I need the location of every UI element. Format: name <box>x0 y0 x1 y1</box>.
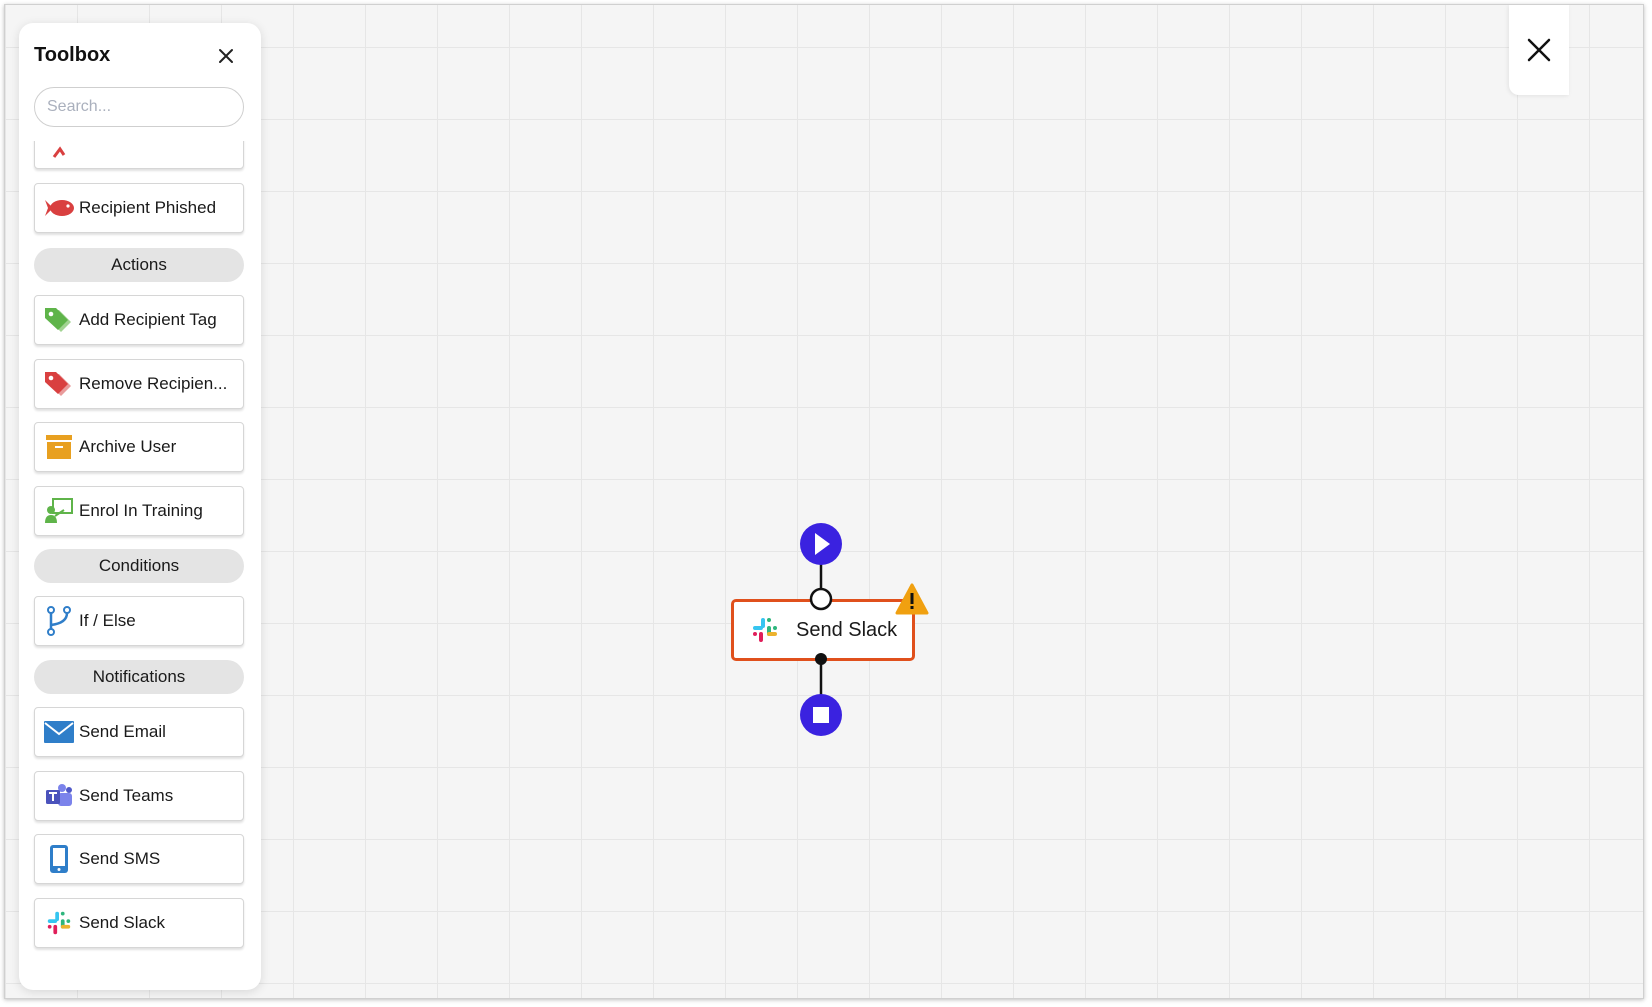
item-label: Send SMS <box>79 849 161 868</box>
tag-icon <box>43 305 75 335</box>
item-label: Add Recipient Tag <box>79 310 217 329</box>
toolbox-item-send-teams[interactable]: Send Teams <box>34 771 244 821</box>
archive-icon <box>43 432 75 462</box>
item-label: Archive User <box>79 437 177 456</box>
item-label: Remove Recipien... <box>79 374 228 393</box>
section-notifications: Notifications <box>34 660 244 694</box>
branch-icon <box>43 606 75 636</box>
slack-icon <box>43 908 75 938</box>
item-label: Send Teams <box>79 786 174 805</box>
end-node[interactable] <box>800 694 842 736</box>
send-slack-node[interactable]: Send Slack <box>731 599 915 661</box>
slack-icon <box>750 615 780 645</box>
close-icon <box>219 49 233 63</box>
toolbox-close-button[interactable] <box>215 45 237 67</box>
item-label: If / Else <box>79 611 136 630</box>
toolbox-item-recipient-phished[interactable]: Recipient Phished <box>34 183 244 233</box>
toolbox-item-remove-recipient-tag[interactable]: Remove Recipien... <box>34 359 244 409</box>
training-icon <box>43 496 75 526</box>
item-label: Send Email <box>79 722 166 741</box>
toolbox-title: Toolbox <box>34 44 111 66</box>
trigger-icon <box>43 141 75 159</box>
item-label: Enrol In Training <box>79 501 203 520</box>
tag-remove-icon <box>43 369 75 399</box>
item-label: Send Slack <box>79 913 165 932</box>
toolbox-search-input[interactable] <box>34 87 244 127</box>
phone-icon <box>43 844 75 874</box>
toolbox-item-send-sms[interactable]: Send SMS <box>34 834 244 884</box>
toolbox-item-send-email[interactable]: Send Email <box>34 707 244 757</box>
section-actions: Actions <box>34 248 244 282</box>
workflow-editor: Send Slack Toolbox Search... Recipient P… <box>4 4 1644 999</box>
item-label: Recipient Phished <box>79 198 217 217</box>
toolbox-item-add-recipient-tag[interactable]: Add Recipient Tag <box>34 295 244 345</box>
email-icon <box>43 717 75 747</box>
toolbox-item-if-else[interactable]: If / Else <box>34 596 244 646</box>
section-conditions: Conditions <box>34 549 244 583</box>
node-label: Send Slack <box>796 618 898 641</box>
start-node[interactable] <box>800 523 842 565</box>
teams-icon <box>43 781 75 811</box>
close-editor-button[interactable] <box>1509 5 1569 95</box>
fish-icon <box>43 193 75 223</box>
toolbox-item-partial[interactable] <box>34 141 244 169</box>
toolbox-item-enrol-in-training[interactable]: Enrol In Training <box>34 486 244 536</box>
toolbox-item-send-slack[interactable]: Send Slack <box>34 898 244 948</box>
toolbox-item-archive-user[interactable]: Archive User <box>34 422 244 472</box>
toolbox-panel: Toolbox Rec <box>19 23 261 990</box>
close-icon <box>1527 38 1551 62</box>
toolbox-list[interactable]: Recipient Phished Actions Add Recipient … <box>19 141 261 990</box>
